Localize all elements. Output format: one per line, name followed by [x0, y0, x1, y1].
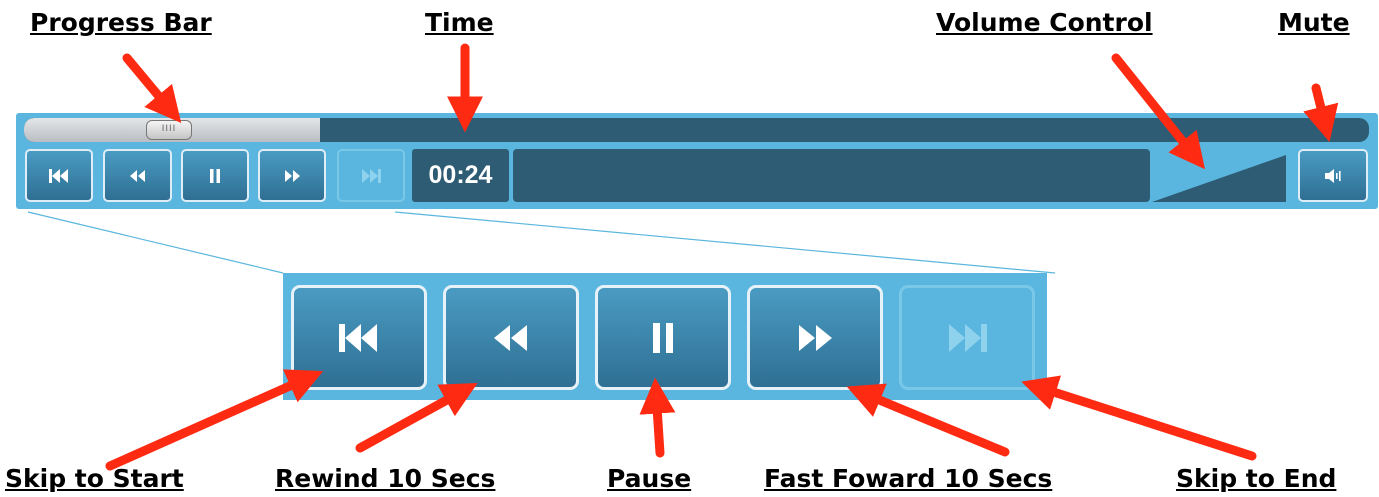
label-time: Time [425, 8, 494, 37]
arrow-pause [639, 377, 676, 458]
zoom-rewind-button[interactable] [443, 285, 579, 390]
fast-forward-icon [799, 324, 832, 351]
pause-button[interactable] [181, 149, 249, 202]
arrow-skip-to-start [105, 369, 324, 471]
zoom-connector-left [27, 211, 284, 274]
zoom-connector-right [394, 211, 1056, 274]
label-pause: Pause [607, 464, 692, 493]
fast-forward-button[interactable] [258, 149, 326, 202]
skip-end-icon [949, 323, 987, 352]
label-progress-bar: Progress Bar [30, 8, 212, 37]
zoom-fast-forward-button[interactable] [747, 285, 883, 390]
skip-to-end-button[interactable] [337, 149, 405, 202]
progress-bar[interactable] [24, 118, 1369, 142]
rewind-icon [494, 324, 527, 351]
skip-end-icon [362, 168, 381, 183]
zoom-pause-button[interactable] [595, 285, 731, 390]
label-rewind: Rewind 10 Secs [275, 464, 496, 493]
title-area [513, 149, 1150, 202]
arrow-skip-to-end [1021, 375, 1257, 461]
label-volume-control: Volume Control [936, 8, 1153, 37]
arrow-progress-bar [122, 53, 182, 124]
skip-start-icon [339, 323, 377, 352]
skip-start-icon [49, 168, 68, 183]
time-display: 00:24 [412, 149, 509, 202]
volume-icon [1325, 168, 1341, 183]
arrow-fast-forward [846, 383, 1010, 457]
label-skip-to-start: Skip to Start [5, 464, 184, 493]
zoom-skip-to-start-button[interactable] [291, 285, 427, 390]
label-mute: Mute [1278, 8, 1350, 37]
pause-icon [653, 322, 673, 353]
rewind-icon [129, 169, 145, 182]
callout-arrows [27, 43, 1339, 471]
rewind-button[interactable] [103, 149, 172, 202]
skip-to-start-button[interactable] [25, 149, 93, 202]
mute-button[interactable] [1298, 149, 1368, 202]
volume-slider[interactable] [1150, 149, 1288, 202]
zoom-skip-to-end-button[interactable] [899, 285, 1035, 390]
fast-forward-icon [285, 169, 300, 182]
pause-icon [210, 168, 220, 183]
label-skip-to-end: Skip to End [1176, 464, 1337, 493]
label-fast-forward: Fast Foward 10 Secs [764, 464, 1053, 493]
progress-thumb[interactable]: IIII [146, 120, 192, 140]
